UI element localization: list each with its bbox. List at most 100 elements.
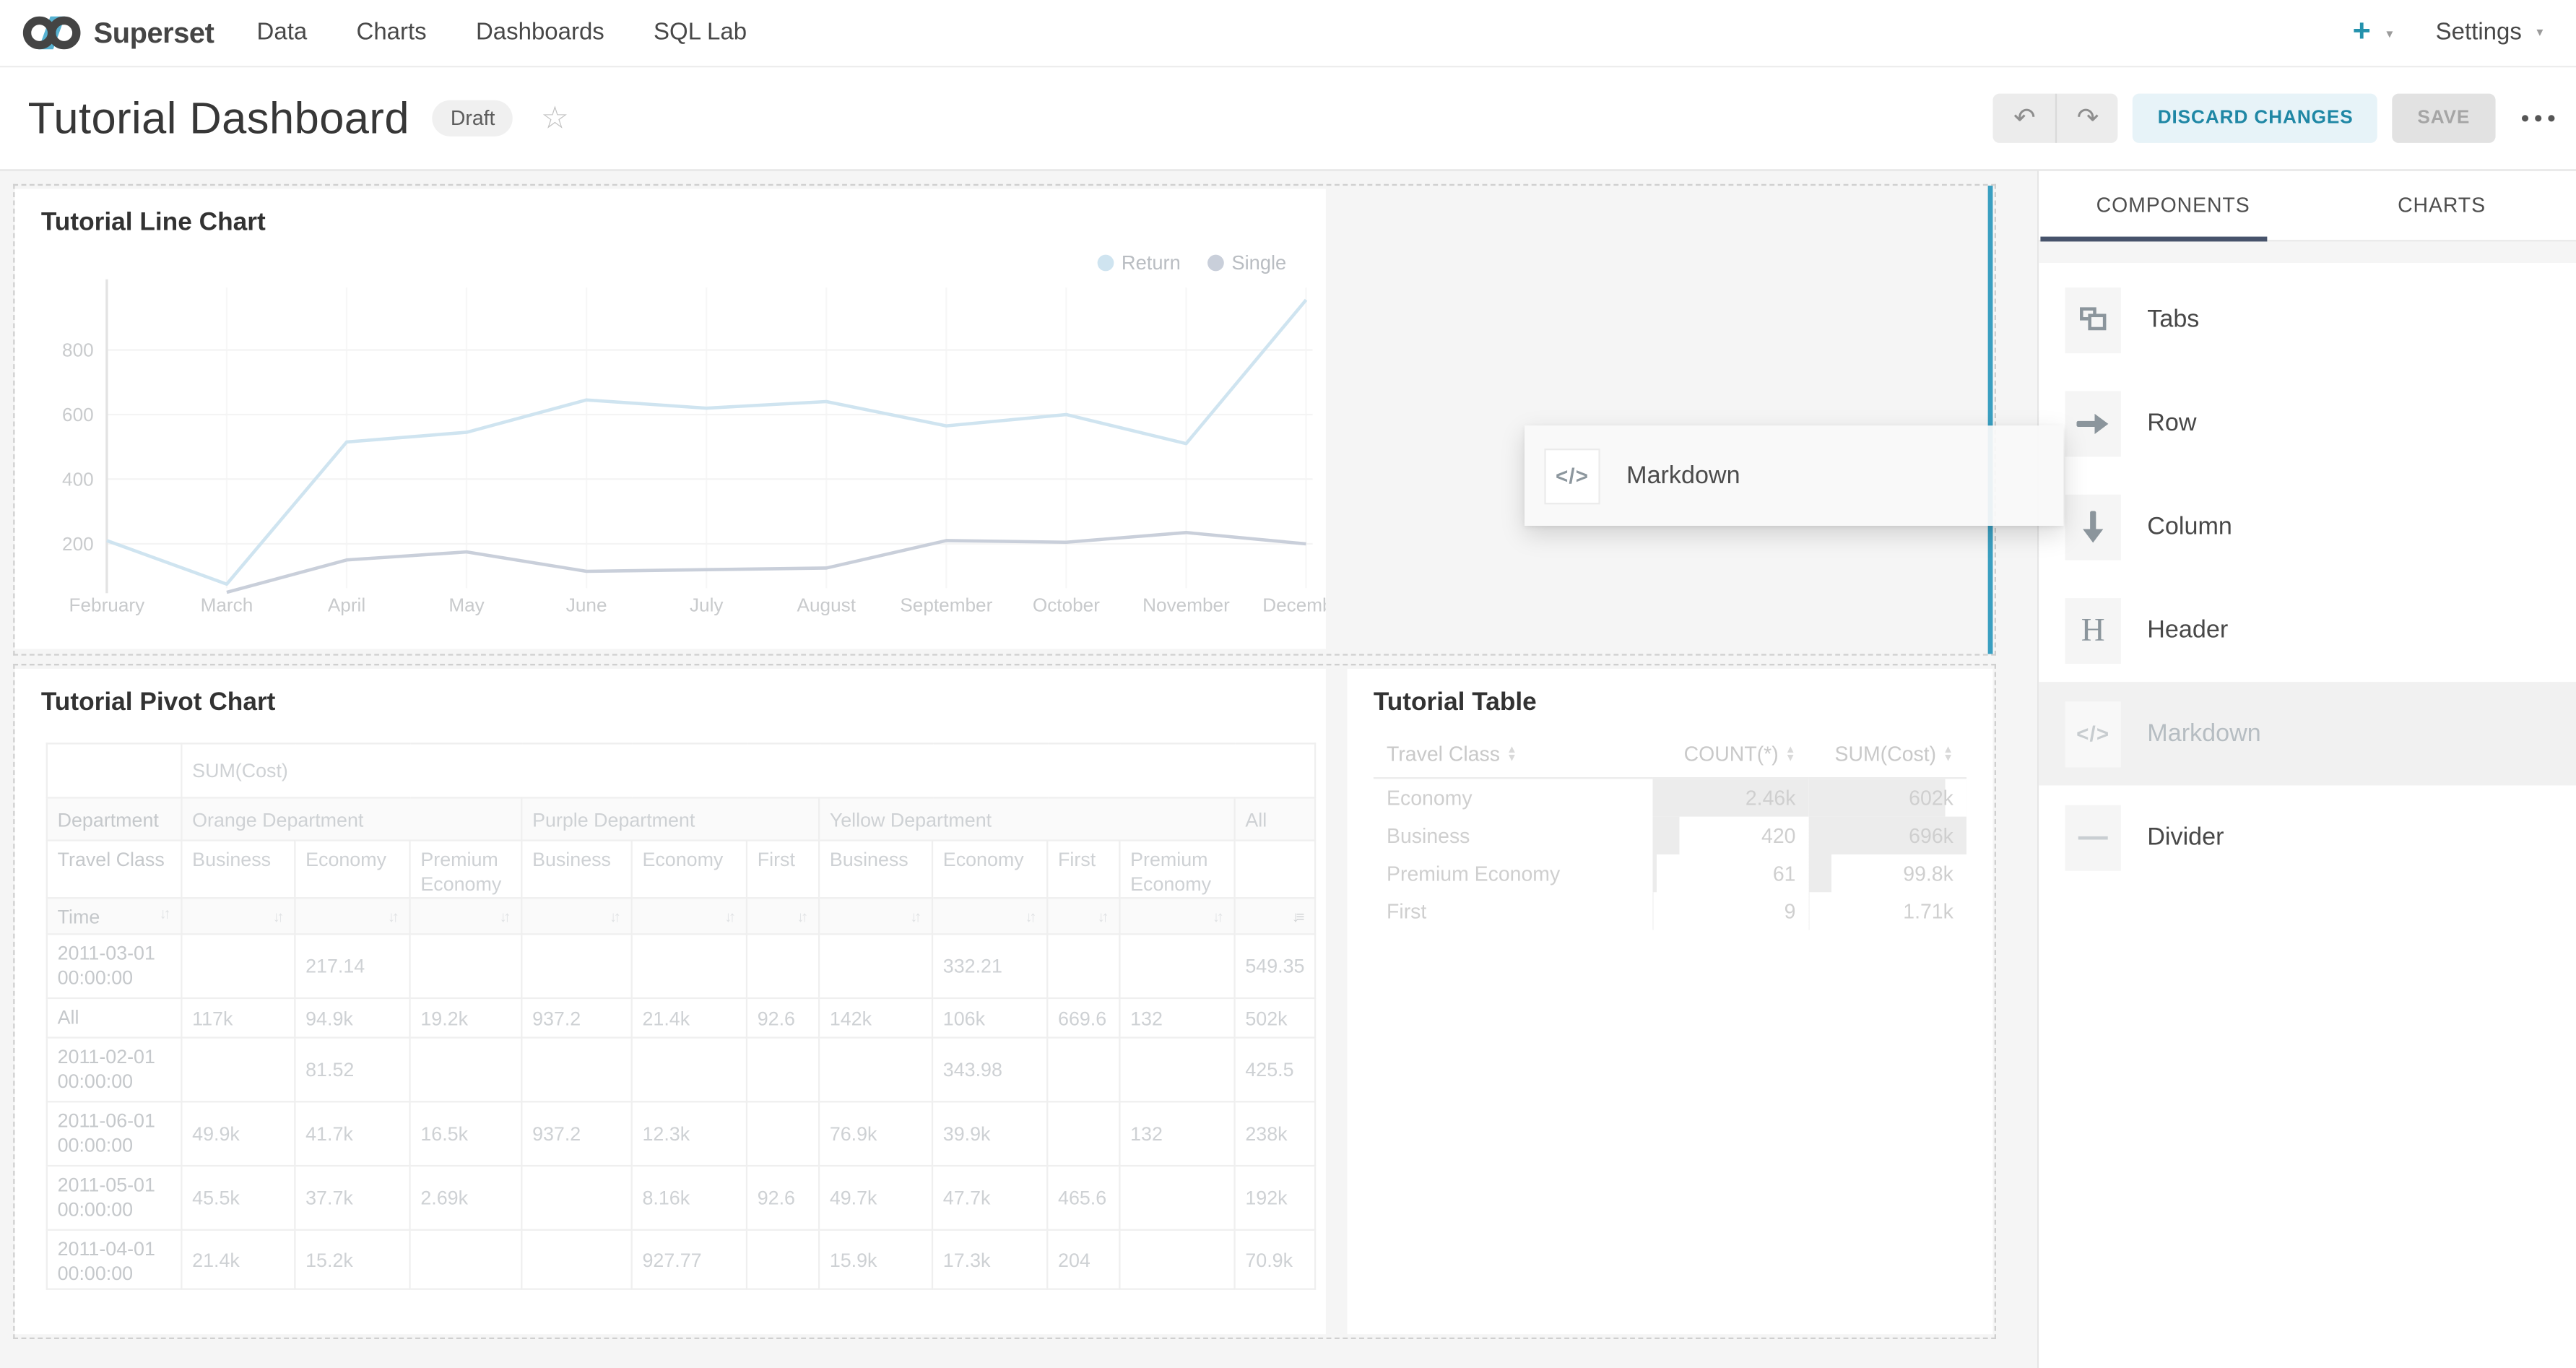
component-item-header[interactable]: H Header <box>2039 579 2576 682</box>
sort-icon[interactable]: ↓↑ <box>910 909 921 925</box>
pivot-cell: 45.5k <box>181 1166 295 1231</box>
dashboard-header: Tutorial Dashboard Draft ☆ ↶ ↷ DISCARD C… <box>0 67 2576 170</box>
divider-line-icon <box>2078 836 2108 839</box>
nav-item-dashboards[interactable]: Dashboards <box>476 20 604 46</box>
pivot-cell: 21.4k <box>632 999 747 1039</box>
pivot-metric-label: SUM(Cost) <box>181 743 1315 797</box>
component-item-row[interactable]: Row <box>2039 371 2576 475</box>
nav-right: + ▾ Settings ▾ <box>2353 17 2576 49</box>
sort-icon[interactable]: ↓↑ <box>273 909 285 925</box>
pivot-cell: 142k <box>819 999 932 1039</box>
pivot-cell: 76.9k <box>819 1102 932 1166</box>
component-item-tabs[interactable]: Tabs <box>2039 268 2576 371</box>
legend-item-return[interactable]: Return <box>1097 251 1181 274</box>
table-chart-card[interactable]: Tutorial Table Travel Class▲▼COUNT(*)▲▼S… <box>1347 669 1992 1334</box>
sort-icon[interactable]: ↓↑ <box>160 905 171 922</box>
pivot-cell: 332.21 <box>932 935 1047 999</box>
chart-title: Tutorial Pivot Chart <box>41 688 276 718</box>
pivot-cell: 669.6 <box>1047 999 1119 1039</box>
nav-menu: Data Charts Dashboards SQL Lab <box>257 20 797 46</box>
undo-button[interactable]: ↶ <box>1993 94 2055 143</box>
table-row[interactable]: Economy2.46k602k <box>1374 778 1966 816</box>
pivot-chart-card[interactable]: Tutorial Pivot Chart SUM(Cost)Department… <box>14 669 1325 1334</box>
col-header-count[interactable]: COUNT(*)▲▼ <box>1653 735 1809 778</box>
redo-button[interactable]: ↷ <box>2056 94 2118 143</box>
pivot-table: SUM(Cost)DepartmentOrange DepartmentPurp… <box>46 743 1317 1291</box>
column-sorter-icon[interactable]: ▲▼ <box>1785 748 1796 763</box>
markdown-code-icon: </> <box>1556 464 1589 488</box>
component-label: Header <box>2147 616 2228 644</box>
sort-icon[interactable]: ↓↑ <box>610 909 621 925</box>
tab-charts[interactable]: CHARTS <box>2307 171 2576 241</box>
svg-text:December: December <box>1262 594 1326 615</box>
legend-label: Single <box>1231 251 1286 274</box>
pivot-group-header: Purple Department <box>521 797 819 840</box>
pivot-cell <box>819 1039 932 1103</box>
cell-sum: 1.71k <box>1809 892 1966 930</box>
chevron-down-icon: ▾ <box>2386 26 2393 40</box>
legend-item-single[interactable]: Single <box>1207 251 1286 274</box>
table-row[interactable]: Business420696k <box>1374 817 1966 854</box>
col-header-travel-class[interactable]: Travel Class▲▼ <box>1374 735 1653 778</box>
pivot-cell: 12.3k <box>632 1102 747 1166</box>
line-chart-card[interactable]: Tutorial Line Chart ReturnSingle 2004006… <box>14 189 1325 649</box>
nav-item-data[interactable]: Data <box>257 20 308 46</box>
component-label: Row <box>2147 409 2196 437</box>
page-title[interactable]: Tutorial Dashboard <box>28 93 409 144</box>
pivot-cell: 343.98 <box>932 1039 1047 1103</box>
nav-item-charts[interactable]: Charts <box>357 20 427 46</box>
pivot-cell <box>1047 935 1119 999</box>
sidebar-gap <box>2039 241 2576 263</box>
pivot-cell <box>410 1039 522 1103</box>
more-options-icon[interactable] <box>2521 115 2555 122</box>
sort-icon[interactable]: ↓↑ <box>1098 909 1109 925</box>
cell-count: 9 <box>1653 892 1809 930</box>
pivot-group-header: Yellow Department <box>819 797 1235 840</box>
pivot-cell <box>819 935 932 999</box>
sort-icon[interactable]: ↓↑ <box>500 909 511 925</box>
table-row[interactable]: Premium Economy6199.8k <box>1374 854 1966 892</box>
discard-changes-button[interactable]: DISCARD CHANGES <box>2133 94 2378 143</box>
header-icon-box: H <box>2065 597 2121 663</box>
col-header-sum-cost[interactable]: SUM(Cost)▲▼ <box>1809 735 1966 778</box>
sort-icon[interactable]: ↓↑ <box>1213 909 1224 925</box>
component-item-divider[interactable]: Divider <box>2039 785 2576 888</box>
sort-icon[interactable]: ↓↑ <box>724 909 736 925</box>
status-badge: Draft <box>433 100 513 137</box>
superset-logo[interactable]: Superset <box>0 13 257 53</box>
legend-dot <box>1097 255 1114 272</box>
sort-icon[interactable]: ↓↑ <box>388 909 399 925</box>
chart-title: Tutorial Line Chart <box>41 209 266 238</box>
column-sorter-icon[interactable]: ▲▼ <box>1943 748 1953 763</box>
settings-menu[interactable]: Settings ▾ <box>2436 20 2544 46</box>
favorite-star-icon[interactable]: ☆ <box>541 100 569 137</box>
pivot-class-header: Economy <box>932 841 1047 899</box>
pivot-cell-all: 192k <box>1235 1166 1316 1231</box>
pivot-class-header: First <box>747 841 819 899</box>
pivot-row-label: 2011-03-01 00:00:00 <box>47 935 182 999</box>
svg-text:July: July <box>690 594 724 615</box>
row-icon-box <box>2065 390 2121 456</box>
component-item-column[interactable]: Column <box>2039 475 2576 578</box>
table-row[interactable]: First91.71k <box>1374 892 1966 930</box>
pivot-cell <box>747 935 819 999</box>
save-button[interactable]: SAVE <box>2393 94 2494 143</box>
cell-count: 420 <box>1653 817 1809 854</box>
pivot-cell: 39.9k <box>932 1102 1047 1166</box>
tab-components[interactable]: COMPONENTS <box>2039 171 2307 241</box>
pivot-row-label: 2011-05-01 00:00:00 <box>47 1166 182 1231</box>
sort-icon[interactable]: ↓↑ <box>797 909 808 925</box>
pivot-cell: 117k <box>181 999 295 1039</box>
pivot-cell: 937.2 <box>521 999 631 1039</box>
brand-name: Superset <box>94 16 214 51</box>
component-item-markdown[interactable]: </>Markdown <box>2039 682 2576 785</box>
column-sorter-icon[interactable]: ▲▼ <box>1506 748 1517 763</box>
drag-ghost-markdown[interactable]: </> Markdown <box>1525 425 2063 526</box>
pivot-time-label: Time↓↑ <box>47 899 182 935</box>
pivot-class-header: First <box>1047 841 1119 899</box>
new-item-button[interactable]: + ▾ <box>2353 17 2393 49</box>
nav-item-sql-lab[interactable]: SQL Lab <box>654 20 747 46</box>
sort-icon[interactable]: ↓↑ <box>1025 909 1037 925</box>
sort-icon-active[interactable]: ↓≡ <box>1292 909 1305 925</box>
pivot-cell: 15.2k <box>295 1231 409 1290</box>
